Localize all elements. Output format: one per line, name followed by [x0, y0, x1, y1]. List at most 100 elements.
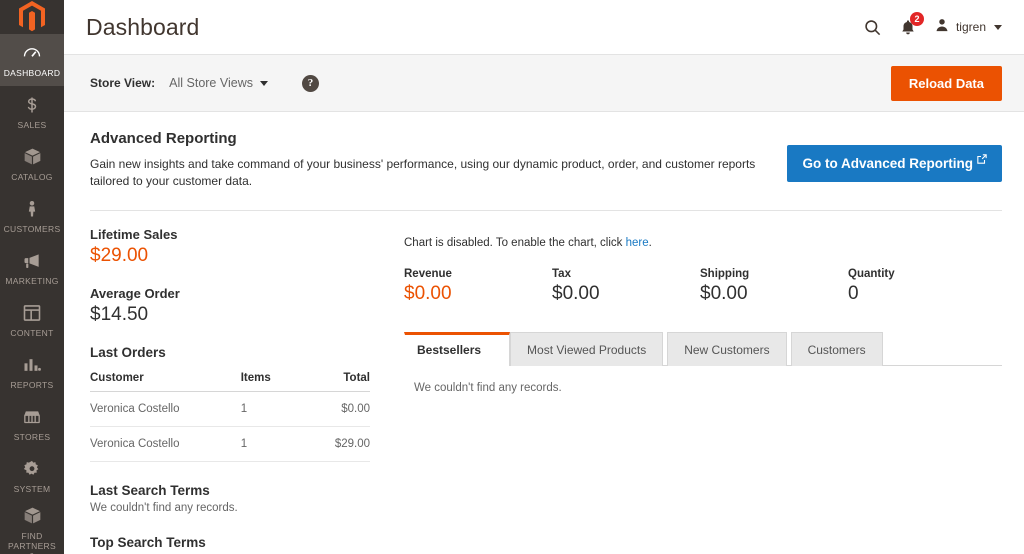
kpi-value: 0	[848, 283, 859, 304]
cell-customer: Veronica Costello	[90, 426, 241, 462]
advanced-reporting-section: Advanced Reporting Gain new insights and…	[90, 112, 1002, 211]
dollar-icon	[22, 95, 42, 117]
go-to-advanced-reporting-button[interactable]: Go to Advanced Reporting	[787, 145, 1002, 182]
advanced-reporting-title: Advanced Reporting	[90, 130, 237, 147]
column-header-items: Items	[240, 368, 311, 392]
sidebar-item-label: MARKETING	[5, 275, 59, 286]
kpi-label: Shipping	[700, 268, 750, 280]
sidebar-item-sales[interactable]: SALES	[0, 86, 64, 138]
notifications-bell-icon[interactable]: 2	[899, 11, 924, 37]
dashboard-left-column: Lifetime Sales $29.00 Average Order $14.…	[90, 227, 386, 554]
external-link-icon	[977, 154, 987, 166]
kpi-quantity: Quantity 0	[848, 268, 996, 305]
table-row[interactable]: Veronica Costello 1 $0.00	[90, 391, 370, 427]
sidebar-item-label: REPORTS	[10, 379, 54, 390]
lifetime-sales-value: $29.00	[90, 245, 149, 266]
cell-items: 1	[240, 391, 311, 427]
main-content-area: Dashboard 2 tigren Store View: All Store…	[64, 0, 1024, 554]
tab-new-customers[interactable]: New Customers	[667, 332, 787, 366]
go-to-advanced-reporting-label: Go to Advanced Reporting	[802, 156, 973, 171]
chevron-down-icon	[994, 24, 1002, 30]
sidebar-item-label: DASHBOARD	[3, 67, 61, 78]
store-view-bar: Store View: All Store Views ? Reload Dat…	[64, 55, 1024, 112]
average-order-label: Average Order	[90, 286, 180, 301]
notifications-badge: 2	[909, 11, 924, 26]
dashboard-content: Advanced Reporting Gain new insights and…	[64, 112, 1024, 554]
sidebar-item-system[interactable]: SYSTEM	[0, 450, 64, 502]
kpi-revenue: Revenue $0.00	[404, 268, 552, 305]
store-view-label: Store View:	[90, 76, 156, 90]
table-row[interactable]: Veronica Costello 1 $29.00	[90, 426, 370, 462]
kpi-label: Revenue	[404, 268, 452, 280]
sidebar-item-label: STORES	[13, 431, 51, 442]
last-orders-table: Customer Items Total Veronica Costello 1…	[90, 368, 370, 462]
kpi-label: Quantity	[848, 268, 895, 280]
sidebar-item-customers[interactable]: CUSTOMERS	[0, 190, 64, 242]
magento-logo-icon	[19, 1, 45, 32]
sidebar-item-marketing[interactable]: MARKETING	[0, 242, 64, 294]
page-header: Dashboard 2 tigren	[64, 0, 1024, 55]
kpi-tax: Tax $0.00	[552, 268, 700, 305]
sidebar-item-label: CUSTOMERS	[3, 223, 61, 234]
top-search-terms-block: Top Search Terms We couldn't find any re…	[90, 535, 370, 554]
sidebar-item-content[interactable]: CONTENT	[0, 294, 64, 346]
dashboard-right-column: Chart is disabled. To enable the chart, …	[386, 227, 1002, 554]
sidebar-item-label: CONTENT	[10, 327, 54, 338]
dashboard-columns: Lifetime Sales $29.00 Average Order $14.…	[90, 211, 1002, 554]
chevron-down-icon	[259, 80, 268, 86]
enable-chart-link[interactable]: here	[626, 237, 649, 249]
user-name: tigren	[955, 20, 986, 34]
box-icon	[22, 506, 43, 528]
chart-disabled-text: Chart is disabled. To enable the chart, …	[404, 237, 626, 249]
tab-customers[interactable]: Customers	[790, 332, 883, 366]
average-order-block: Average Order $14.50	[90, 286, 370, 326]
sidebar-item-label-line1: FIND PARTNERS	[8, 530, 56, 551]
layout-icon	[22, 303, 42, 325]
cell-total: $0.00	[310, 391, 370, 427]
last-search-terms-title: Last Search Terms	[90, 483, 210, 498]
bar-chart-icon	[22, 355, 42, 377]
box-icon	[22, 147, 43, 169]
column-header-total: Total	[310, 368, 370, 392]
magento-logo[interactable]	[0, 0, 64, 34]
lifetime-sales-block: Lifetime Sales $29.00	[90, 227, 370, 267]
admin-dashboard-page: DASHBOARD SALES CATALOG CUSTOMERS MARKET…	[0, 0, 1024, 554]
store-view-selected-value: All Store Views	[169, 76, 253, 90]
header-actions: 2 tigren	[863, 11, 1002, 37]
tab-bestsellers[interactable]: Bestsellers	[404, 332, 511, 366]
sidebar-item-stores[interactable]: STORES	[0, 398, 64, 450]
kpi-shipping: Shipping $0.00	[700, 268, 848, 305]
sidebar-item-find-partners-extensions[interactable]: FIND PARTNERS & EXTENSIONS	[0, 507, 64, 554]
column-header-customer: Customer	[90, 368, 241, 392]
main-sidebar: DASHBOARD SALES CATALOG CUSTOMERS MARKET…	[0, 0, 64, 554]
sidebar-item-reports[interactable]: REPORTS	[0, 346, 64, 398]
gauge-icon	[22, 43, 42, 65]
top-search-terms-title: Top Search Terms	[90, 535, 206, 550]
sidebar-item-label: SALES	[17, 119, 47, 130]
kpi-value: $0.00	[552, 283, 600, 304]
last-search-terms-empty: We couldn't find any records.	[90, 502, 238, 514]
store-view-selector[interactable]: All Store Views	[169, 76, 268, 90]
reload-data-button[interactable]: Reload Data	[890, 65, 1002, 101]
sidebar-item-dashboard[interactable]: DASHBOARD	[0, 34, 64, 86]
sidebar-item-label: CATALOG	[11, 171, 53, 182]
advanced-reporting-text: Advanced Reporting Gain new insights and…	[90, 130, 787, 190]
page-title: Dashboard	[86, 13, 200, 40]
tab-most-viewed-products[interactable]: Most Viewed Products	[510, 332, 664, 366]
storefront-icon	[21, 407, 43, 429]
kpi-row: Revenue $0.00 Tax $0.00 Shipping $0.00 Q…	[404, 268, 1002, 305]
sidebar-item-catalog[interactable]: CATALOG	[0, 138, 64, 190]
kpi-value: $0.00	[700, 283, 748, 304]
kpi-label: Tax	[552, 268, 571, 280]
chart-disabled-suffix: .	[648, 237, 652, 249]
cell-total: $29.00	[310, 426, 370, 462]
cell-items: 1	[240, 426, 311, 462]
search-icon[interactable]	[863, 18, 882, 37]
question-mark-icon[interactable]: ?	[301, 74, 319, 92]
user-menu[interactable]: tigren	[934, 17, 1002, 37]
tab-panel-empty-message: We couldn't find any records.	[414, 382, 562, 394]
average-order-value: $14.50	[90, 304, 149, 325]
last-orders-title: Last Orders	[90, 345, 166, 360]
user-icon	[934, 17, 950, 37]
dashboard-tabs: Bestsellers Most Viewed Products New Cus…	[404, 331, 1002, 366]
